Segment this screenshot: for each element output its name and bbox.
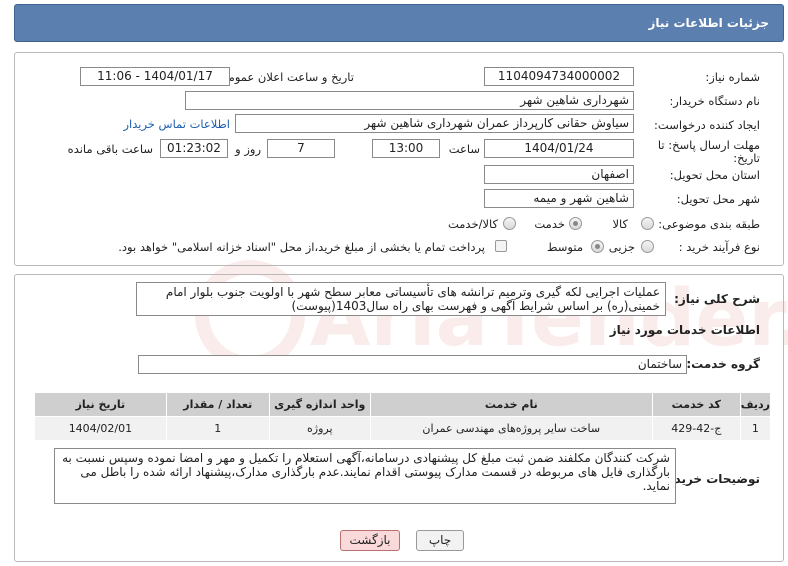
col-row: ردیف — [739, 392, 772, 417]
category-option-service: خدمت — [534, 217, 565, 231]
process-radio-medium[interactable] — [591, 240, 604, 253]
summary-label: شرح کلی نیاز: — [674, 292, 760, 306]
treasury-checkbox[interactable] — [495, 240, 507, 252]
col-need-date: تاریخ نیاز — [34, 392, 167, 417]
category-radio-goods[interactable] — [641, 217, 654, 230]
cell-service-code: ج-42-429 — [651, 416, 741, 441]
col-unit: واحد اندازه گیری — [268, 392, 371, 417]
back-button[interactable]: بازگشت — [340, 530, 400, 551]
table-row: 1 ج-42-429 ساخت سایر پروژه‌های مهندسی عم… — [34, 416, 772, 441]
province-field[interactable]: اصفهان — [484, 165, 634, 184]
buyer-org-label: نام دستگاه خریدار: — [669, 94, 760, 108]
cell-service-name: ساخت سایر پروژه‌های مهندسی عمران — [369, 416, 653, 441]
need-number-label: شماره نیاز: — [705, 70, 760, 84]
days-label: روز و — [235, 142, 261, 156]
remaining-time-field[interactable]: 01:23:02 — [160, 139, 228, 158]
cell-row: 1 — [739, 416, 772, 441]
announce-field[interactable]: 1404/01/17 - 11:06 — [80, 67, 230, 86]
creator-label: ایجاد کننده درخواست: — [654, 118, 760, 132]
need-number-field[interactable]: 1104094734000002 — [484, 67, 634, 86]
announce-label: تاریخ و ساعت اعلان عمومی: — [215, 70, 354, 84]
time-label: ساعت — [448, 142, 480, 156]
creator-field[interactable]: سیاوش حقانی کارپرداز عمران شهرداری شاهین… — [235, 114, 634, 133]
deadline-label: مهلت ارسال پاسخ: تا تاریخ: — [657, 138, 760, 165]
col-service-name: نام خدمت — [369, 392, 653, 417]
cell-unit: پروژه — [268, 416, 371, 441]
deadline-time-field[interactable]: 13:00 — [372, 139, 440, 158]
category-option-goods-service: کالا/خدمت — [447, 217, 498, 231]
cell-need-date: 1404/02/01 — [34, 416, 167, 441]
category-label: طبقه بندی موضوعی: — [658, 217, 760, 231]
remaining-label: ساعت باقی مانده — [67, 142, 153, 156]
cell-quantity: 1 — [165, 416, 270, 441]
city-field[interactable]: شاهین شهر و میمه — [484, 189, 634, 208]
table-header-row: ردیف کد خدمت نام خدمت واحد اندازه گیری ت… — [34, 392, 772, 417]
category-option-goods: کالا — [612, 217, 628, 231]
process-option-minor: جزیی — [608, 240, 635, 254]
category-radio-service[interactable] — [569, 217, 582, 230]
col-quantity: تعداد / مقدار — [165, 392, 270, 417]
services-table: ردیف کد خدمت نام خدمت واحد اندازه گیری ت… — [34, 392, 772, 441]
buyer-contact-link[interactable]: اطلاعات تماس خریدار — [123, 117, 230, 131]
buyer-org-field[interactable]: شهرداری شاهین شهر — [185, 91, 634, 110]
buyer-notes-textarea[interactable]: شرکت کنندگان مکلفند ضمن ثبت مبلغ کل پیشن… — [54, 448, 676, 504]
service-group-field[interactable]: ساختمان — [138, 355, 687, 374]
process-label: نوع فرآیند خرید : — [678, 240, 760, 254]
process-option-medium: متوسط — [546, 240, 583, 254]
payment-note: پرداخت تمام یا بخشی از مبلغ خرید،از محل … — [118, 240, 485, 254]
deadline-date-field[interactable]: 1404/01/24 — [484, 139, 634, 158]
services-section-title: اطلاعات خدمات مورد نیاز — [609, 323, 760, 337]
service-group-label: گروه خدمت: — [686, 357, 760, 371]
city-label: شهر محل تحویل: — [676, 192, 760, 206]
page-title: جزئیات اطلاعات نیاز — [648, 16, 769, 30]
province-label: استان محل تحویل: — [669, 168, 760, 182]
summary-textarea[interactable]: عملیات اجرایی لکه گیری وترمیم ترانشه های… — [136, 282, 666, 316]
page-header: جزئیات اطلاعات نیاز — [14, 4, 784, 42]
category-radio-goods-service[interactable] — [503, 217, 516, 230]
days-field[interactable]: 7 — [267, 139, 335, 158]
process-radio-minor[interactable] — [641, 240, 654, 253]
print-button[interactable]: چاپ — [416, 530, 464, 551]
col-service-code: کد خدمت — [651, 392, 741, 417]
